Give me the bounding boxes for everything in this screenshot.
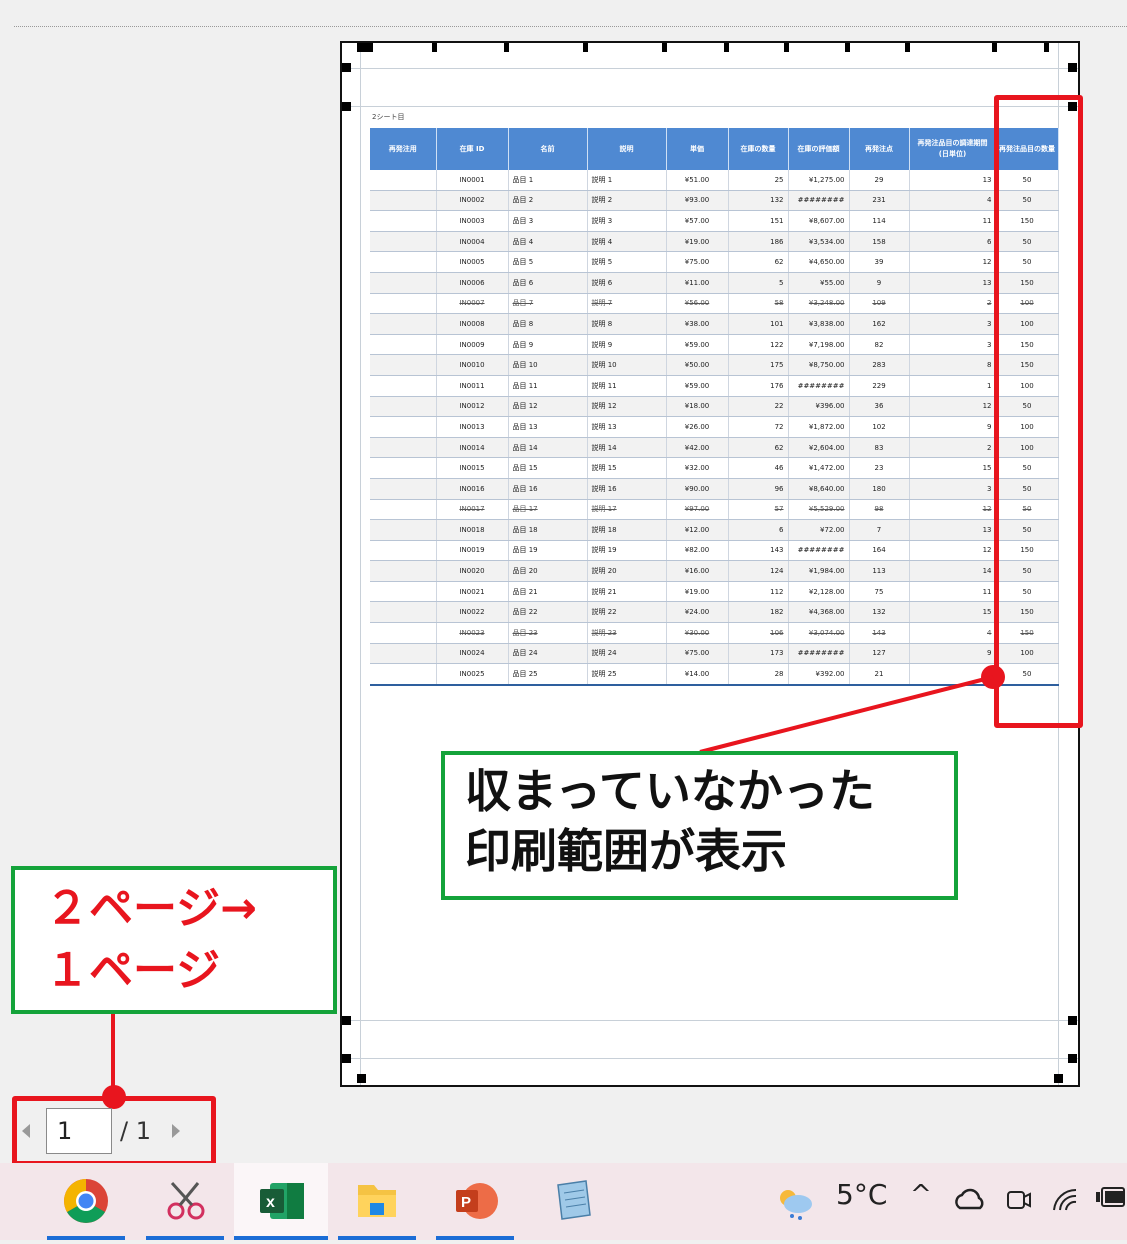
- running-indicator: [338, 1236, 416, 1240]
- page-total-label: / 1: [120, 1117, 151, 1145]
- next-page-button[interactable]: [172, 1124, 180, 1138]
- callout-page-count: ２ページ→ １ページ: [11, 866, 337, 1014]
- onedrive-cloud-icon[interactable]: [952, 1186, 988, 1214]
- previous-page-button[interactable]: [22, 1124, 30, 1138]
- page-count-text-line1: ２ページ→: [45, 883, 257, 934]
- svg-text:P: P: [461, 1194, 471, 1211]
- temperature-label[interactable]: 5°C: [836, 1178, 887, 1211]
- callout-connectors: [111, 675, 994, 1096]
- meet-now-camera-icon[interactable]: [1004, 1184, 1034, 1216]
- wifi-icon[interactable]: [1048, 1184, 1082, 1216]
- powerpoint-glyph: P: [456, 1183, 498, 1219]
- scissors-glyph: [167, 1181, 205, 1220]
- running-indicator: [47, 1236, 125, 1240]
- callout-text-line1: 収まっていなかった: [465, 764, 875, 818]
- folder-glyph: [358, 1185, 396, 1217]
- powerpoint-icon[interactable]: P: [436, 1163, 514, 1240]
- callout-line: [699, 675, 994, 754]
- page-number-input[interactable]: 1: [46, 1108, 112, 1154]
- notepad-glyph: [557, 1180, 591, 1220]
- battery-icon[interactable]: [1094, 1186, 1127, 1214]
- excel-glyph: x: [260, 1183, 304, 1219]
- chrome-glyph: [64, 1179, 108, 1223]
- pager-callout-dot: [102, 1085, 126, 1109]
- notepad-icon[interactable]: [534, 1163, 612, 1240]
- callout-print-range: 収まっていなかった 印刷範囲が表示: [441, 751, 958, 900]
- active-indicator: [234, 1236, 328, 1240]
- running-indicator: [436, 1236, 514, 1240]
- file-explorer-icon[interactable]: [338, 1163, 416, 1240]
- snipping-tool-icon[interactable]: [146, 1163, 224, 1240]
- page-count-text-line2: １ページ: [45, 945, 221, 996]
- chrome-icon[interactable]: [47, 1163, 125, 1240]
- running-indicator: [146, 1236, 224, 1240]
- svg-text:x: x: [266, 1194, 275, 1211]
- callout-text-line2: 印刷範囲が表示: [465, 824, 787, 878]
- weather-icon[interactable]: [774, 1180, 818, 1224]
- excel-icon[interactable]: x: [234, 1163, 328, 1240]
- show-hidden-icons-chevron-icon[interactable]: ^: [910, 1180, 932, 1210]
